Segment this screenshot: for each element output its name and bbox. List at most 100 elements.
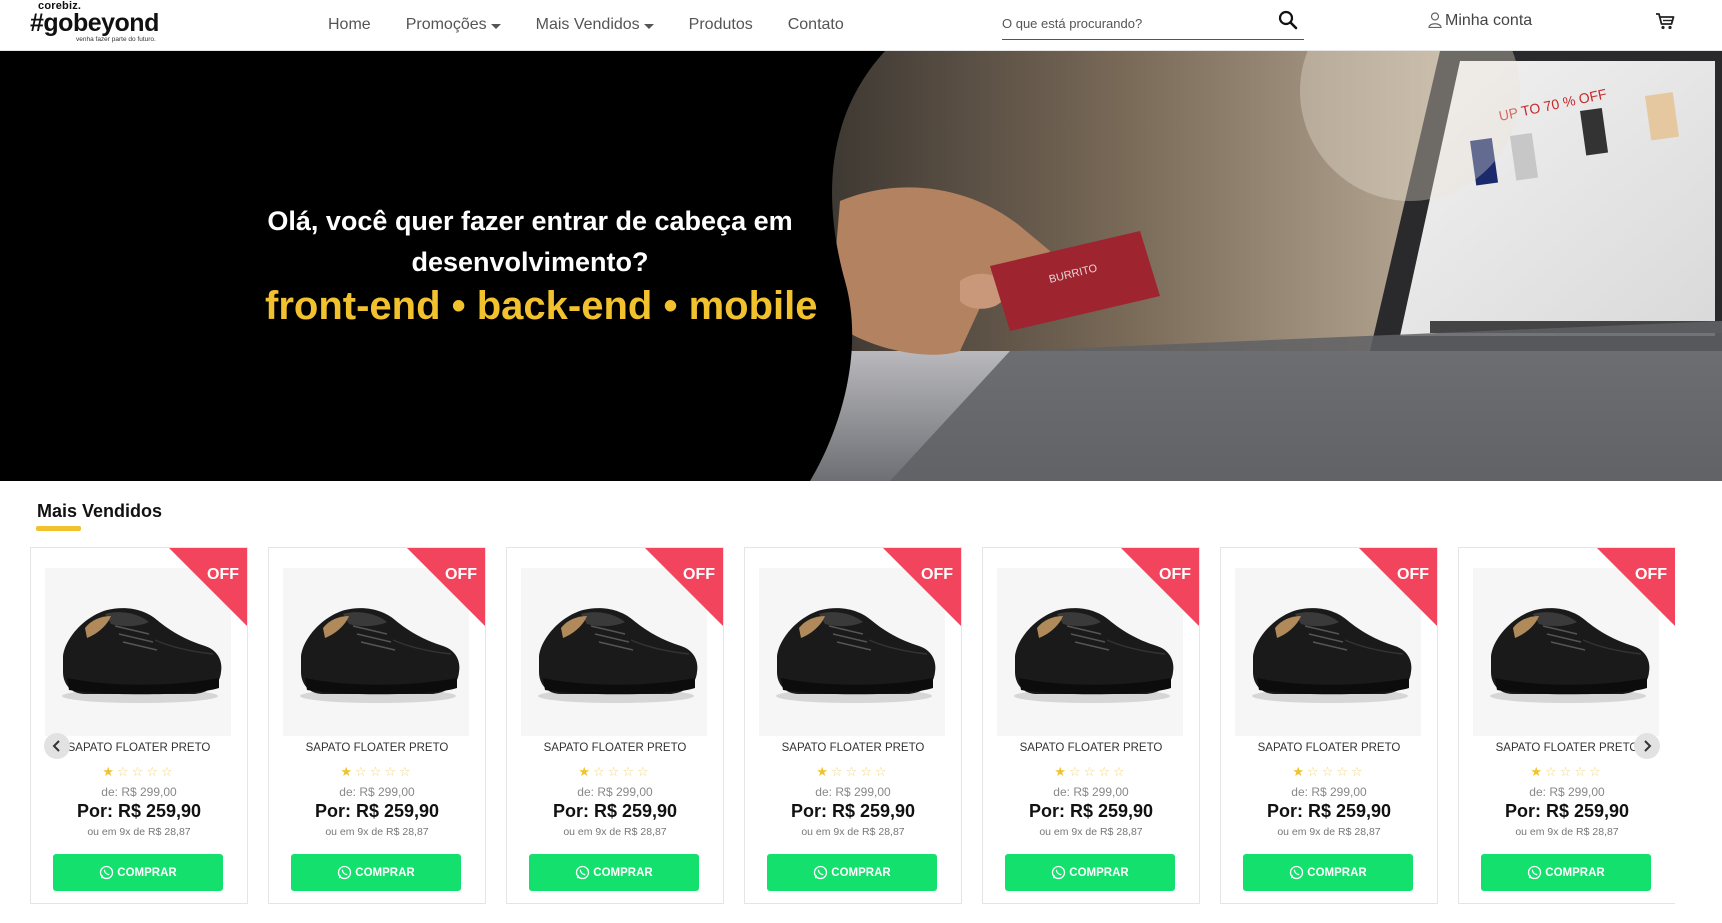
product-name[interactable]: SAPATO FLOATER PRETO (1221, 742, 1437, 754)
buy-button[interactable]: COMPRAR (1481, 854, 1651, 891)
product-installments: ou em 9x de R$ 28,87 (563, 826, 667, 838)
account-label: Minha conta (1445, 12, 1533, 29)
off-badge-ribbon (406, 548, 485, 627)
buy-button-label: COMPRAR (117, 866, 177, 879)
off-badge-label: OFF (207, 566, 239, 583)
nav-contato[interactable]: Contato (788, 14, 844, 36)
off-badge-ribbon (1120, 548, 1199, 627)
star-empty-icon: ☆ (1559, 764, 1575, 779)
product-price: Por: R$ 259,90 (314, 801, 440, 821)
product-card[interactable]: OFF SAPATO FLOATER PRETO ★☆☆☆☆ de: R$ 29… (744, 547, 962, 904)
off-badge-ribbon (882, 548, 961, 627)
product-card[interactable]: OFF SAPATO FLOATER PRETO ★☆☆☆☆ de: R$ 29… (1458, 547, 1675, 904)
logo-tagline: venha fazer parte do futuro. (76, 36, 156, 43)
nav-produtos[interactable]: Produtos (689, 14, 753, 36)
brand-logo[interactable]: corebiz. #gobeyond venha fazer parte do … (30, 0, 180, 48)
product-rating: ★☆☆☆☆ (745, 764, 961, 780)
nav-promocoes[interactable]: Promoções (406, 14, 501, 36)
banner-title: Olá, você quer fazer entrar de cabeça em… (267, 206, 793, 277)
product-card[interactable]: OFF SAPATO FLOATER PRETO ★☆☆☆☆ de: R$ 29… (506, 547, 724, 904)
product-card[interactable]: OFF SAPATO FLOATER PRETO ★☆☆☆☆ de: R$ 29… (982, 547, 1200, 904)
nav-promocoes-label: Promoções (405, 16, 487, 33)
star-empty-icon: ☆ (1083, 764, 1099, 779)
product-price: Por: R$ 259,90 (1266, 801, 1392, 821)
product-installments: ou em 9x de R$ 28,87 (1039, 826, 1143, 838)
product-old-price: de: R$ 299,00 (101, 785, 177, 799)
product-rating: ★☆☆☆☆ (983, 764, 1199, 780)
chevron-left-icon (52, 740, 60, 752)
buy-button[interactable]: COMPRAR (529, 854, 699, 891)
product-card[interactable]: OFF SAPATO FLOATER PRETO ★☆☆☆☆ de: R$ 29… (268, 547, 486, 904)
buy-button[interactable]: COMPRAR (1005, 854, 1175, 891)
product-old-price: de: R$ 299,00 (577, 785, 653, 799)
star-empty-icon: ☆ (831, 764, 846, 779)
buy-button[interactable]: COMPRAR (767, 854, 937, 891)
star-empty-icon: ☆ (160, 764, 176, 779)
buy-button[interactable]: COMPRAR (291, 854, 461, 891)
buy-button-label: COMPRAR (1307, 866, 1367, 879)
buy-button[interactable]: COMPRAR (1243, 854, 1413, 891)
banner-tech-stack: front-end • back-end • mobile (265, 284, 818, 328)
product-rating: ★☆☆☆☆ (507, 764, 723, 780)
product-installments: ou em 9x de R$ 28,87 (325, 826, 429, 838)
main-nav: Home Promoções Mais Vendidos Produtos Co… (328, 14, 879, 36)
star-empty-icon: ☆ (636, 764, 652, 779)
hero-photo: UP TO 70 % OFF BURRITO (810, 51, 1722, 481)
off-badge-label: OFF (1159, 566, 1191, 583)
off-badge-ribbon (1358, 548, 1437, 627)
hero-banner[interactable]: UP TO 70 % OFF BURRITO Olá, você quer fa… (0, 51, 1722, 481)
product-name[interactable]: SAPATO FLOATER PRETO (983, 742, 1199, 754)
off-badge-label: OFF (1635, 566, 1667, 583)
star-empty-icon: ☆ (1307, 764, 1322, 779)
star-empty-icon: ☆ (860, 764, 875, 779)
whatsapp-icon (814, 865, 828, 880)
product-price: Por: R$ 259,90 (1028, 801, 1154, 821)
product-old-price: de: R$ 299,00 (339, 785, 415, 799)
nav-home[interactable]: Home (328, 14, 371, 36)
whatsapp-icon (576, 865, 590, 880)
product-price: Por: R$ 259,90 (76, 801, 202, 821)
nav-mais-vendidos[interactable]: Mais Vendidos (536, 14, 654, 36)
product-name[interactable]: SAPATO FLOATER PRETO (507, 742, 723, 754)
logo-main-text: #gobeyond (30, 9, 159, 37)
product-name[interactable]: SAPATO FLOATER PRETO (269, 742, 485, 754)
product-rating: ★☆☆☆☆ (1459, 764, 1675, 780)
product-name[interactable]: SAPATO FLOATER PRETO (745, 742, 961, 754)
account-link[interactable]: Minha conta (1428, 11, 1533, 30)
chevron-right-icon (1644, 740, 1652, 752)
star-empty-icon: ☆ (874, 764, 890, 779)
whatsapp-icon (338, 865, 352, 880)
product-installments: ou em 9x de R$ 28,87 (1515, 826, 1619, 838)
star-empty-icon: ☆ (1336, 764, 1351, 779)
product-rating: ★☆☆☆☆ (1221, 764, 1437, 780)
product-old-price: de: R$ 299,00 (1291, 785, 1367, 799)
product-rating: ★☆☆☆☆ (269, 764, 485, 780)
carousel-next-button[interactable] (1634, 733, 1660, 759)
product-card[interactable]: OFF SAPATO FLOATER PRETO ★☆☆☆☆ de: R$ 29… (30, 547, 248, 904)
product-installments: ou em 9x de R$ 28,87 (1277, 826, 1381, 838)
buy-button-label: COMPRAR (831, 866, 891, 879)
caret-down-icon (643, 23, 654, 29)
section-title: Mais Vendidos (37, 501, 163, 521)
cart-icon[interactable] (1655, 12, 1675, 30)
search-icon[interactable] (1278, 10, 1298, 30)
star-empty-icon: ☆ (1588, 764, 1604, 779)
site-header: corebiz. #gobeyond venha fazer parte do … (0, 0, 1722, 51)
star-filled-icon: ★ (1054, 764, 1070, 779)
nav-produtos-label: Produtos (688, 16, 753, 33)
whatsapp-icon (1290, 865, 1304, 880)
product-card[interactable]: OFF SAPATO FLOATER PRETO ★☆☆☆☆ de: R$ 29… (1220, 547, 1438, 904)
buy-button[interactable]: COMPRAR (53, 854, 223, 891)
star-empty-icon: ☆ (1574, 764, 1589, 779)
product-price: Por: R$ 259,90 (1504, 801, 1630, 821)
product-shelf: OFF SAPATO FLOATER PRETO ★☆☆☆☆ de: R$ 29… (30, 547, 1675, 907)
search-input[interactable] (1002, 12, 1272, 34)
off-badge-label: OFF (1397, 566, 1429, 583)
product-old-price: de: R$ 299,00 (815, 785, 891, 799)
carousel-prev-button[interactable] (44, 733, 70, 759)
nav-contato-label: Contato (787, 16, 844, 33)
product-old-price: de: R$ 299,00 (1053, 785, 1129, 799)
off-badge-label: OFF (683, 566, 715, 583)
star-empty-icon: ☆ (1112, 764, 1128, 779)
star-empty-icon: ☆ (1321, 764, 1337, 779)
